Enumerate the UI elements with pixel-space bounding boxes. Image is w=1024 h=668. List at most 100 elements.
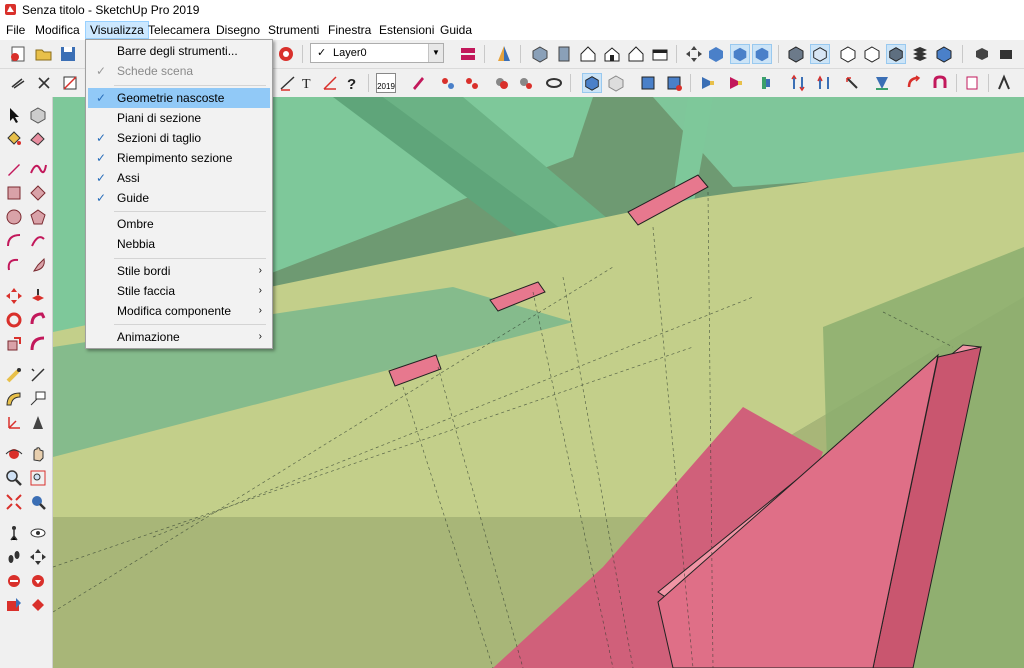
push-pull-tool-icon[interactable] [28, 286, 48, 306]
menu-item-animation[interactable]: Animazione › [88, 327, 270, 347]
monochrome-icon[interactable] [862, 44, 882, 64]
layer-select[interactable]: ✓ Layer0 ▼ [310, 43, 444, 63]
line-pencil-icon[interactable] [4, 159, 24, 179]
rotate-tool-icon[interactable] [4, 310, 24, 330]
menu-item-section-planes[interactable]: Piani di sezione [88, 108, 270, 128]
look-around-icon[interactable] [28, 523, 48, 543]
zoom-extents-icon[interactable] [4, 492, 24, 512]
menu-modifica[interactable]: Modifica [31, 22, 84, 38]
previous-view-icon[interactable] [28, 492, 48, 512]
right-view-icon[interactable] [602, 44, 622, 64]
align-axes-icon[interactable] [726, 73, 746, 93]
orbit-icon[interactable] [684, 44, 704, 64]
make-component-icon[interactable] [28, 105, 48, 125]
top-view-icon[interactable] [554, 44, 574, 64]
menu-visualizza[interactable]: Visualizza [85, 21, 149, 39]
shaded-icon[interactable] [810, 44, 830, 64]
unhide-icon[interactable] [606, 73, 626, 93]
hide-geometry-icon[interactable] [582, 73, 602, 93]
menu-item-scene-tabs[interactable]: ✓ Schede scena [88, 61, 270, 81]
menu-guida[interactable]: Guida [436, 22, 476, 38]
help-question-icon[interactable]: ? [342, 73, 362, 93]
color-by-layer-icon[interactable] [934, 44, 954, 64]
chevron-down-icon[interactable]: ▼ [428, 44, 443, 62]
eraser-icon[interactable] [28, 128, 48, 148]
stack-icon[interactable] [910, 44, 930, 64]
menu-item-axes[interactable]: ✓ Assi [88, 168, 270, 188]
push-pull-icon[interactable] [788, 73, 808, 93]
menu-disegno[interactable]: Disegno [212, 22, 264, 38]
scale-tool-icon[interactable] [4, 334, 24, 354]
calendar-icon[interactable]: 2019 [376, 73, 396, 93]
save-icon[interactable] [58, 44, 78, 64]
arc-icon[interactable] [4, 231, 24, 251]
follow-me-icon[interactable] [872, 73, 892, 93]
open-folder-icon[interactable] [34, 44, 54, 64]
back-edges-icon[interactable] [730, 44, 750, 64]
3d-text-icon[interactable] [28, 413, 48, 433]
section-plane-tool-icon[interactable] [28, 547, 48, 567]
pencil-paint-icon[interactable] [408, 73, 428, 93]
axes-tool-icon[interactable] [4, 413, 24, 433]
hidden-line-icon[interactable] [786, 44, 806, 64]
select-arrow-icon[interactable] [4, 105, 24, 125]
zoom-icon[interactable] [4, 468, 24, 488]
section-plane-icon[interactable] [494, 44, 514, 64]
offset-tool-icon[interactable] [28, 334, 48, 354]
delete-x-icon[interactable] [34, 73, 54, 93]
menu-item-fog[interactable]: Nebbia [88, 234, 270, 254]
rotated-rectangle-icon[interactable] [28, 183, 48, 203]
menu-item-guides[interactable]: ✓ Guide [88, 188, 270, 208]
rectangle-icon[interactable] [4, 183, 24, 203]
position-camera-icon[interactable] [4, 523, 24, 543]
walk-footprints-icon[interactable] [4, 547, 24, 567]
text-label-icon[interactable] [28, 389, 48, 409]
menu-item-component-edit[interactable]: Modifica componente › [88, 301, 270, 321]
left-view-icon[interactable] [650, 44, 670, 64]
extension-warehouse-icon[interactable] [4, 595, 24, 615]
orbit-tool-icon[interactable] [4, 444, 24, 464]
scene-icon[interactable] [962, 73, 982, 93]
components-icon[interactable] [972, 44, 992, 64]
front-view-icon[interactable] [578, 44, 598, 64]
menu-strumenti[interactable]: Strumenti [264, 22, 323, 38]
warehouse-tool-icon[interactable] [4, 571, 24, 591]
menu-file[interactable]: File [2, 22, 29, 38]
two-point-arc-icon[interactable] [28, 231, 48, 251]
iso-view-icon[interactable] [530, 44, 550, 64]
menu-item-shadows[interactable]: Ombre [88, 214, 270, 234]
menu-finestra[interactable]: Finestra [324, 22, 375, 38]
tape-measure-icon[interactable] [4, 365, 24, 385]
protractor-icon[interactable] [4, 389, 24, 409]
follow-me-tool-icon[interactable] [28, 310, 48, 330]
model-info-icon[interactable] [276, 44, 296, 64]
menu-item-edge-style[interactable]: Stile bordi › [88, 261, 270, 281]
extension-icon[interactable] [994, 73, 1014, 93]
intersect-icon[interactable] [492, 73, 512, 93]
axes-icon[interactable] [320, 73, 340, 93]
offset-icon[interactable] [814, 73, 834, 93]
text-tool-icon[interactable]: T [298, 73, 318, 93]
menu-item-section-fill[interactable]: ✓ Riempimento sezione [88, 148, 270, 168]
rotate-icon[interactable] [904, 73, 924, 93]
dimensions-tool-icon[interactable] [28, 365, 48, 385]
circle-icon[interactable] [4, 207, 24, 227]
menu-item-face-style[interactable]: Stile faccia › [88, 281, 270, 301]
face-style-icon[interactable] [886, 44, 906, 64]
move-tool-icon[interactable] [438, 73, 458, 93]
xray-icon[interactable] [706, 44, 726, 64]
dimension-icon[interactable] [278, 73, 298, 93]
align-view-icon[interactable] [698, 73, 718, 93]
menu-item-toolbars[interactable]: Barre degli strumenti... [88, 41, 270, 61]
wireframe-style-icon[interactable] [752, 44, 772, 64]
share-model-icon[interactable] [28, 571, 48, 591]
extrude-icon[interactable] [756, 73, 776, 93]
paint-bucket-icon[interactable] [4, 128, 24, 148]
polygon-icon[interactable] [28, 207, 48, 227]
three-point-arc-icon[interactable] [4, 255, 24, 275]
menu-estensioni[interactable]: Estensioni [375, 22, 438, 38]
back-view-icon[interactable] [626, 44, 646, 64]
new-file-icon[interactable] [8, 44, 28, 64]
magnet-icon[interactable] [930, 73, 950, 93]
soften-icon[interactable] [516, 73, 536, 93]
